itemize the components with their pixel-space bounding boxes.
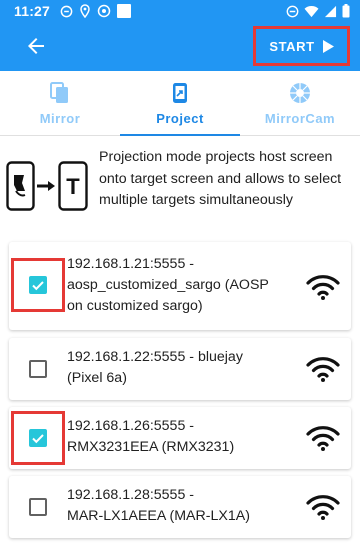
battery-icon (342, 4, 350, 18)
device-address: 192.168.1.21:5555 - (67, 256, 195, 272)
device-checkbox-highlight[interactable] (11, 411, 65, 465)
device-checkbox-area[interactable] (11, 480, 65, 534)
device-label: 192.168.1.28:5555 - MAR-LX1AEEA (MAR-LX1… (67, 485, 297, 527)
notification-icon (60, 5, 73, 17)
location-icon (80, 4, 90, 18)
device-card[interactable]: 192.168.1.28:5555 - MAR-LX1AEEA (MAR-LX1… (9, 476, 351, 538)
device-checkbox-area[interactable] (11, 342, 65, 396)
device-checkbox[interactable] (29, 276, 47, 294)
device-address: 192.168.1.26:5555 - (67, 418, 195, 434)
device-label: 192.168.1.26:5555 - RMX3231EEA (RMX3231) (67, 416, 297, 458)
wifi-icon (306, 275, 340, 300)
device-checkbox-highlight[interactable] (11, 258, 65, 312)
status-bar: 11:27 (0, 0, 360, 22)
status-time: 11:27 (14, 3, 51, 19)
device-model: aosp_customized_sargo (AOSP (67, 277, 269, 293)
play-icon (322, 39, 334, 53)
arrow-back-icon[interactable] (24, 34, 48, 58)
tab-mirrorcam[interactable]: MirrorCam (240, 71, 360, 135)
device-address: 192.168.1.28:5555 - (67, 487, 195, 503)
square-icon (117, 4, 131, 18)
device-checkbox[interactable] (29, 498, 47, 516)
signal-icon (324, 5, 337, 17)
wifi-icon (306, 426, 340, 451)
device-model: RMX3231EEA (RMX3231) (67, 439, 235, 455)
projection-description: Projection mode projects host screen ont… (99, 149, 342, 208)
mode-tabs: Mirror Project MirrorCam (0, 71, 360, 136)
illustration-target-letter: T (66, 174, 80, 199)
tab-mirror-label: Mirror (39, 111, 81, 126)
device-label: 192.168.1.21:5555 - aosp_customized_sarg… (67, 254, 297, 317)
device-checkbox[interactable] (29, 429, 47, 447)
device-card[interactable]: 192.168.1.22:5555 - bluejay (Pixel 6a) (9, 338, 351, 400)
start-label: START (269, 38, 315, 54)
tab-indicator (120, 134, 240, 136)
device-model: (Pixel 6a) (67, 370, 127, 386)
app-bar: START (0, 22, 360, 71)
wifi-status-icon (304, 5, 319, 17)
device-card[interactable]: 192.168.1.26:5555 - RMX3231EEA (RMX3231) (9, 407, 351, 469)
start-button[interactable]: START (253, 26, 350, 66)
device-model: MAR-LX1AEEA (MAR-LX1A) (67, 508, 250, 524)
phone-cast-icon (173, 83, 187, 103)
device-model-cont: on customized sargo) (67, 298, 203, 314)
camera-shutter-icon (290, 83, 310, 103)
device-card[interactable]: 192.168.1.21:5555 - aosp_customized_sarg… (9, 242, 351, 330)
copy-icon (50, 82, 68, 103)
dnd-icon (286, 5, 299, 17)
alarm-icon (97, 4, 111, 18)
tab-project[interactable]: Project (120, 71, 240, 136)
tab-mirrorcam-label: MirrorCam (264, 111, 336, 126)
device-address: 192.168.1.22:5555 - bluejay (67, 349, 243, 365)
projection-illustration: T (6, 161, 88, 211)
device-checkbox[interactable] (29, 360, 47, 378)
projection-info: T Projection mode projects host screen o… (0, 137, 360, 232)
wifi-icon (306, 357, 340, 382)
tab-project-label: Project (156, 111, 204, 126)
tab-mirror[interactable]: Mirror (0, 71, 120, 135)
check-icon (32, 434, 44, 444)
wifi-icon (306, 495, 340, 520)
device-label: 192.168.1.22:5555 - bluejay (Pixel 6a) (67, 347, 297, 389)
check-icon (32, 281, 44, 291)
